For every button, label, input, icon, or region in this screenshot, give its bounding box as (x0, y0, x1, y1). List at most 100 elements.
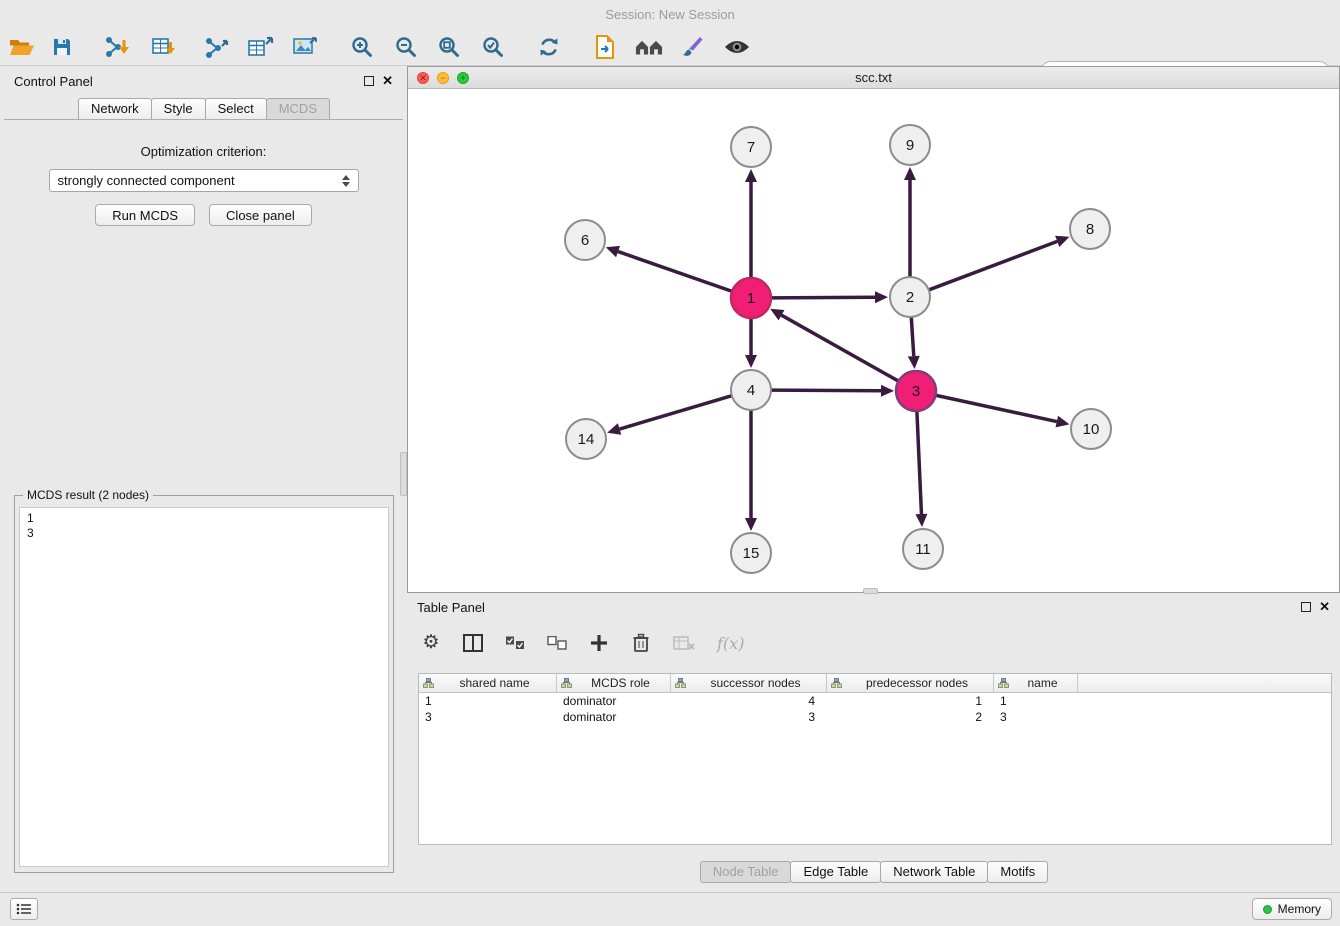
control-tab-network[interactable]: Network (78, 98, 152, 119)
graph-edge[interactable] (936, 395, 1070, 427)
zoom-selected-icon[interactable] (479, 32, 507, 62)
close-table-panel-icon[interactable]: ✕ (1319, 602, 1330, 612)
column-header-MCDS-role[interactable]: MCDS role (557, 674, 671, 692)
table-panel: Table Panel ✕ ⚙ f(x) shared nameMCDS rol… (407, 595, 1340, 892)
zoom-out-icon[interactable] (392, 32, 420, 62)
table-tab-node-table[interactable]: Node Table (700, 861, 792, 883)
open-session-icon[interactable] (8, 32, 36, 62)
houses-icon[interactable] (635, 32, 663, 62)
control-tab-select[interactable]: Select (205, 98, 267, 119)
close-panel-icon[interactable]: ✕ (382, 76, 393, 86)
graph-edge[interactable] (929, 236, 1070, 290)
graph-edge[interactable] (904, 167, 916, 277)
control-panel: Control Panel ✕ NetworkStyleSelectMCDS O… (4, 66, 403, 892)
table-cell[interactable]: 3 (994, 709, 1078, 725)
graph-node[interactable]: 9 (890, 125, 930, 165)
graph-node[interactable]: 6 (565, 220, 605, 260)
table-row[interactable]: 1dominator411 (419, 693, 1331, 709)
graph-node[interactable]: 3 (896, 371, 936, 411)
column-header-successor-nodes[interactable]: successor nodes (671, 674, 827, 692)
graph-node[interactable]: 7 (731, 127, 771, 167)
graph-edge[interactable] (745, 169, 757, 278)
mcds-result-title: MCDS result (2 nodes) (23, 488, 153, 502)
float-panel-icon[interactable] (364, 76, 374, 86)
import-table-icon[interactable] (151, 32, 179, 62)
graph-edge[interactable] (745, 410, 757, 531)
export-image-icon[interactable] (291, 32, 319, 62)
graph-edge[interactable] (606, 246, 732, 292)
control-panel-title: Control Panel (14, 74, 93, 89)
style-brush-icon[interactable] (678, 32, 706, 62)
table-cell[interactable]: dominator (557, 693, 671, 709)
show-details-eye-icon[interactable] (723, 32, 751, 62)
memory-button[interactable]: Memory (1252, 898, 1332, 920)
close-window-icon[interactable]: ✕ (417, 72, 429, 84)
select-all-icon[interactable] (505, 636, 525, 650)
graph-edge[interactable] (908, 317, 920, 369)
table-cell[interactable]: 3 (671, 709, 827, 725)
table-options-gear-icon[interactable]: ⚙ (421, 633, 441, 653)
graph-node[interactable]: 1 (731, 278, 771, 318)
graph-edge[interactable] (770, 309, 898, 381)
graph-edge[interactable] (915, 411, 927, 527)
attribute-icon (675, 678, 686, 688)
table-cell[interactable]: 2 (827, 709, 994, 725)
task-history-button[interactable] (10, 898, 38, 920)
table-cell[interactable]: 1 (827, 693, 994, 709)
maximize-window-icon[interactable]: + (457, 72, 469, 84)
minimize-window-icon[interactable]: − (437, 72, 449, 84)
graph-edge[interactable] (745, 318, 757, 368)
graph-node[interactable]: 8 (1070, 209, 1110, 249)
table-cell[interactable]: 3 (419, 709, 557, 725)
graph-node[interactable]: 15 (731, 533, 771, 573)
deselect-all-icon[interactable] (547, 636, 567, 650)
graph-edge[interactable] (607, 396, 732, 435)
graph-node[interactable]: 10 (1071, 409, 1111, 449)
mcds-result-line: 1 (27, 511, 381, 526)
vertical-splitter-handle[interactable] (400, 452, 407, 496)
close-panel-button[interactable]: Close panel (209, 204, 312, 226)
column-header-shared-name[interactable]: shared name (419, 674, 557, 692)
table-cell[interactable]: 1 (994, 693, 1078, 709)
import-network-icon[interactable] (104, 32, 132, 62)
zoom-in-icon[interactable] (348, 32, 376, 62)
table-tab-network-table[interactable]: Network Table (880, 861, 988, 883)
horizontal-splitter-handle[interactable] (863, 588, 878, 594)
memory-label: Memory (1278, 902, 1321, 916)
graph-node[interactable]: 2 (890, 277, 930, 317)
table-cell[interactable]: 4 (671, 693, 827, 709)
network-window-titlebar[interactable]: ✕ − + scc.txt (408, 67, 1339, 89)
show-columns-icon[interactable] (463, 634, 483, 652)
function-builder-icon: f(x) (717, 634, 744, 653)
table-row[interactable]: 3dominator323 (419, 709, 1331, 725)
graph-edge[interactable] (771, 385, 894, 397)
control-tab-mcds[interactable]: MCDS (266, 98, 330, 119)
delete-column-trash-icon[interactable] (631, 633, 651, 653)
column-header-predecessor-nodes[interactable]: predecessor nodes (827, 674, 994, 692)
table-cell[interactable]: dominator (557, 709, 671, 725)
graph-node[interactable]: 14 (566, 419, 606, 459)
mcds-result-area[interactable]: 13 (19, 507, 389, 867)
graph-node[interactable]: 11 (903, 529, 943, 569)
column-header-name[interactable]: name (994, 674, 1078, 692)
window-titlebar[interactable]: Session: New Session (0, 0, 1340, 28)
svg-text:9: 9 (906, 137, 914, 154)
svg-text:14: 14 (578, 431, 595, 448)
table-tab-motifs[interactable]: Motifs (987, 861, 1048, 883)
export-network-icon[interactable] (204, 32, 232, 62)
document-share-icon[interactable] (591, 32, 619, 62)
float-table-panel-icon[interactable] (1301, 602, 1311, 612)
save-session-icon[interactable] (48, 32, 76, 62)
run-mcds-button[interactable]: Run MCDS (95, 204, 195, 226)
export-table-icon[interactable] (247, 32, 275, 62)
table-cell[interactable]: 1 (419, 693, 557, 709)
graph-node[interactable]: 4 (731, 370, 771, 410)
apply-layout-icon[interactable] (535, 32, 563, 62)
criterion-dropdown[interactable]: strongly connected component (49, 169, 359, 192)
network-graph[interactable]: 7 9 6 8 1 2 4 3 14 10 15 11 (408, 89, 1339, 592)
control-tab-style[interactable]: Style (151, 98, 206, 119)
create-column-icon[interactable] (589, 634, 609, 652)
graph-edge[interactable] (771, 291, 888, 303)
table-tab-edge-table[interactable]: Edge Table (790, 861, 881, 883)
zoom-fit-icon[interactable] (435, 32, 463, 62)
